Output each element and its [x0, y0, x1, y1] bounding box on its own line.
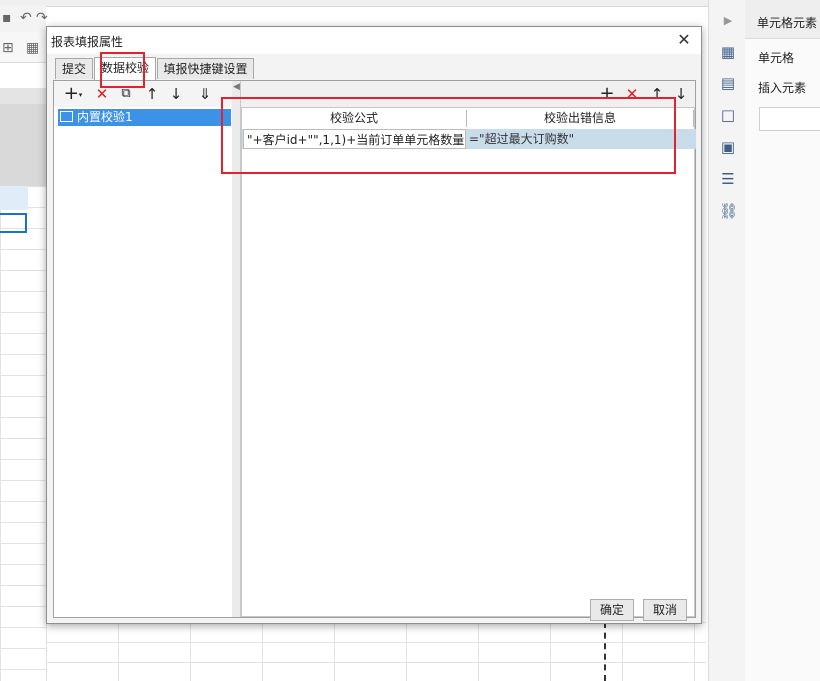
add-formula-icon[interactable]: +: [599, 84, 615, 104]
formula-toolbar: + ✕ ↑ ↓: [241, 81, 695, 107]
move-bottom-icon[interactable]: ⇓: [194, 84, 216, 104]
error-message-cell[interactable]: ="超过最大订购数": [467, 129, 695, 149]
condition-icon[interactable]: ☰: [719, 170, 737, 188]
main-toolbar: ▪ ↶ ↷: [0, 6, 48, 32]
delete-formula-icon[interactable]: ✕: [623, 84, 641, 104]
validation-detail-pane: + ✕ ↑ ↓ 校验公式 校验出错信息 "+客户id+"",1,1)+当前订单单…: [241, 81, 696, 617]
delete-icon[interactable]: ✕: [92, 84, 112, 104]
tab-shortcut-settings[interactable]: 填报快捷键设置: [157, 58, 254, 79]
tree-item-builtin-validation[interactable]: 内置校验1: [58, 109, 231, 126]
column-header-error-message[interactable]: 校验出错信息: [467, 110, 694, 127]
right-side-toolbar: ▶ ▦ ▤ □ ▣ ☰ ⛓: [708, 0, 746, 681]
secondary-toolbar: ⊞ ▦: [0, 32, 46, 63]
pane-splitter[interactable]: ◀: [232, 81, 241, 617]
move-up-icon[interactable]: ↑: [144, 84, 160, 104]
chevron-right-icon[interactable]: ▶: [719, 12, 737, 30]
panel-header-title: 单元格元素: [757, 16, 818, 30]
copy-icon[interactable]: ⧉: [116, 84, 136, 104]
close-icon[interactable]: ✕: [675, 30, 693, 50]
cell-attribute-icon[interactable]: ▤: [719, 74, 737, 92]
tab-data-validation[interactable]: 数据校验: [94, 57, 156, 80]
list-toolbar: +▾ ✕ ⧉ ↑ ↓ ⇓: [54, 81, 232, 107]
report-fill-properties-dialog: 报表填报属性 ✕ 提交 数据校验 填报快捷键设置 +▾ ✕ ⧉ ↑ ↓ ⇓ 内置…: [46, 26, 702, 624]
selected-cell[interactable]: [0, 213, 27, 233]
border-icon[interactable]: □: [719, 106, 737, 124]
formula-move-down-icon[interactable]: ↓: [673, 84, 689, 104]
column-header-formula[interactable]: 校验公式: [242, 110, 467, 127]
redo-icon[interactable]: ↷: [36, 10, 48, 26]
tab-content: +▾ ✕ ⧉ ↑ ↓ ⇓ 内置校验1 ◀ + ✕ ↑ ↓ 校验公式 校验出错信息…: [53, 80, 696, 618]
formula-cell[interactable]: "+客户id+"",1,1)+当前订单单元格数量<4: [243, 129, 466, 149]
cell-label: 单元格: [758, 51, 795, 65]
cell-element-input[interactable]: [759, 107, 820, 131]
insert-row-icon[interactable]: ⊞: [2, 40, 14, 56]
tree-item-label: 内置校验1: [77, 110, 133, 124]
right-properties-panel: 单元格元素 单元格 插入元素: [745, 0, 820, 681]
insert-column-icon[interactable]: ▦: [26, 40, 39, 56]
tab-submit[interactable]: 提交: [55, 58, 93, 79]
ruler: [0, 88, 46, 105]
chevron-left-icon[interactable]: ◀: [233, 82, 240, 92]
move-down-icon[interactable]: ↓: [168, 84, 184, 104]
undo-icon[interactable]: ↶: [20, 10, 32, 26]
dialog-title-bar: 报表填报属性 ✕: [47, 27, 701, 54]
spreadsheet-grid[interactable]: [0, 186, 46, 681]
add-icon[interactable]: +▾: [60, 84, 86, 104]
table-row[interactable]: "+客户id+"",1,1)+当前订单单元格数量<4 ="超过最大订购数": [242, 129, 696, 149]
ok-button[interactable]: 确定: [590, 599, 634, 621]
dialog-title: 报表填报属性: [51, 35, 124, 49]
cell-element-icon[interactable]: ▦: [719, 43, 737, 61]
app-title-bar: [0, 0, 820, 7]
cancel-button[interactable]: 取消: [643, 599, 687, 621]
insert-element-label: 插入元素: [758, 81, 807, 95]
formula-move-up-icon[interactable]: ↑: [649, 84, 665, 104]
page-break-line: [604, 622, 606, 681]
spreadsheet-grid-bottom[interactable]: [46, 622, 706, 681]
hyperlink-icon[interactable]: ⛓: [719, 202, 738, 220]
validation-item-icon: [60, 111, 73, 122]
validation-formula-table: 校验公式 校验出错信息 "+客户id+"",1,1)+当前订单单元格数量<4 =…: [241, 107, 696, 617]
column-header-selected: [0, 186, 28, 210]
widget-icon[interactable]: ▣: [719, 138, 737, 156]
validation-list-pane: +▾ ✕ ⧉ ↑ ↓ ⇓ 内置校验1: [54, 81, 233, 617]
panel-header: 单元格元素: [745, 0, 820, 39]
report-canvas-area: [0, 104, 46, 186]
save-icon[interactable]: ▪: [2, 10, 12, 26]
